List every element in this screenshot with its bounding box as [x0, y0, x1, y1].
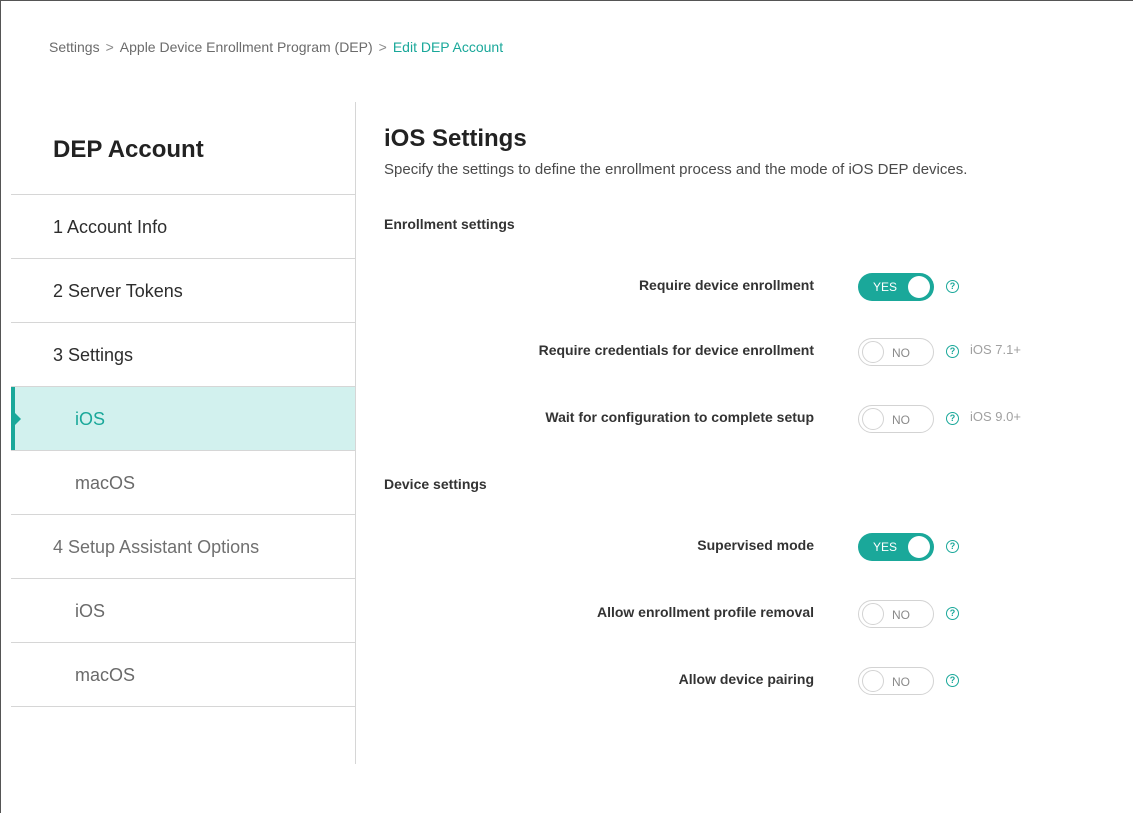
enrollment-settings-heading: Enrollment settings — [384, 216, 515, 232]
toggle-state-label: YES — [873, 280, 898, 294]
setting-row-require-credentials: Require credentials for device enrollmen… — [384, 336, 1124, 366]
setting-row-allow-profile-removal: Allow enrollment profile removal NO ? — [384, 598, 1124, 628]
toggle-state-label: YES — [873, 540, 898, 554]
page-description: Specify the settings to define the enrol… — [384, 161, 968, 178]
sidebar-title: DEP Account — [53, 136, 204, 163]
version-note: iOS 7.1+ — [970, 342, 1021, 357]
sidebar-item-settings-ios[interactable]: iOS — [11, 387, 355, 451]
breadcrumb-current: Edit DEP Account — [392, 39, 504, 55]
sidebar-item-account-info[interactable]: 1 Account Info — [11, 195, 355, 259]
help-icon[interactable]: ? — [946, 674, 959, 687]
help-icon[interactable]: ? — [946, 280, 959, 293]
setting-label: Allow enrollment profile removal — [596, 604, 814, 620]
toggle-knob — [908, 276, 930, 298]
sidebar-item-setup-macos[interactable]: macOS — [11, 643, 355, 707]
device-settings-heading: Device settings — [384, 476, 487, 492]
supervised-mode-toggle[interactable]: YES — [858, 533, 934, 561]
sidebar-item-setup-assistant-options[interactable]: 4 Setup Assistant Options — [11, 515, 355, 579]
setting-label: Allow device pairing — [678, 671, 814, 687]
toggle-knob — [862, 670, 884, 692]
toggle-state-label: NO — [892, 346, 910, 360]
help-icon[interactable]: ? — [946, 345, 959, 358]
allow-device-pairing-toggle[interactable]: NO — [858, 667, 934, 695]
setting-row-allow-device-pairing: Allow device pairing NO ? — [384, 665, 1124, 695]
toggle-knob — [908, 536, 930, 558]
toggle-knob — [862, 603, 884, 625]
setting-label: Supervised mode — [697, 537, 814, 553]
version-note: iOS 9.0+ — [970, 409, 1021, 424]
setting-row-require-device-enrollment: Require device enrollment YES ? — [384, 271, 1124, 301]
sidebar: DEP Account 1 Account Info 2 Server Toke… — [11, 102, 356, 764]
setting-label: Wait for configuration to complete setup — [545, 409, 814, 425]
main-header: iOS Settings Specify the settings to def… — [384, 125, 1124, 178]
toggle-knob — [862, 408, 884, 430]
help-icon[interactable]: ? — [946, 540, 959, 553]
breadcrumb: Settings > Apple Device Enrollment Program… — [49, 39, 503, 55]
breadcrumb-separator: > — [378, 39, 387, 55]
sidebar-item-setup-ios[interactable]: iOS — [11, 579, 355, 643]
setting-label: Require credentials for device enrollmen… — [538, 342, 814, 358]
breadcrumb-item-dep[interactable]: Apple Device Enrollment Program (DEP) — [120, 39, 373, 55]
breadcrumb-separator: > — [105, 39, 114, 55]
sidebar-item-settings[interactable]: 3 Settings — [11, 323, 355, 387]
breadcrumb-item-settings[interactable]: Settings — [49, 39, 100, 55]
sidebar-list: 1 Account Info 2 Server Tokens 3 Setting… — [11, 194, 355, 707]
require-device-enrollment-toggle[interactable]: YES — [858, 273, 934, 301]
setting-row-wait-for-configuration: Wait for configuration to complete setup… — [384, 403, 1124, 433]
wait-for-configuration-toggle[interactable]: NO — [858, 405, 934, 433]
toggle-knob — [862, 341, 884, 363]
page-title: iOS Settings — [384, 125, 527, 152]
toggle-state-label: NO — [892, 608, 910, 622]
page-frame: Settings > Apple Device Enrollment Program… — [0, 0, 1133, 813]
sidebar-item-settings-macos[interactable]: macOS — [11, 451, 355, 515]
setting-label: Require device enrollment — [638, 277, 814, 293]
allow-profile-removal-toggle[interactable]: NO — [858, 600, 934, 628]
help-icon[interactable]: ? — [946, 607, 959, 620]
sidebar-item-server-tokens[interactable]: 2 Server Tokens — [11, 259, 355, 323]
help-icon[interactable]: ? — [946, 412, 959, 425]
require-credentials-toggle[interactable]: NO — [858, 338, 934, 366]
toggle-state-label: NO — [892, 675, 910, 689]
setting-row-supervised-mode: Supervised mode YES ? — [384, 531, 1124, 561]
toggle-state-label: NO — [892, 413, 910, 427]
